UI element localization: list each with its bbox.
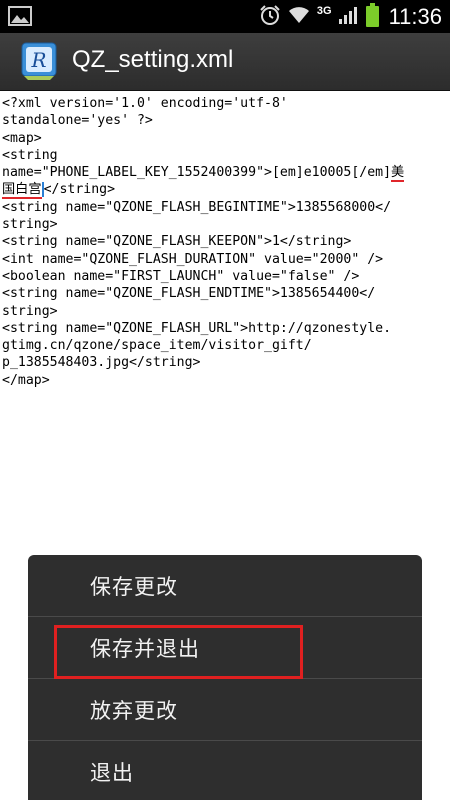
menu-item-save-changes[interactable]: 保存更改: [28, 555, 422, 616]
menu-item-label: 保存更改: [90, 574, 178, 599]
menu-item-label: 放弃更改: [90, 698, 178, 723]
menu-item-exit[interactable]: 退出: [28, 741, 422, 802]
title-bar: R QZ_setting.xml: [0, 33, 450, 91]
alarm-icon: [259, 4, 281, 30]
editor-line: <string: [2, 147, 58, 163]
app-icon[interactable]: R: [20, 41, 58, 81]
editor-text: </string>: [43, 182, 116, 198]
editor-line: string>: [2, 217, 58, 233]
editor-line-wrap: 国白宫 </string>: [2, 181, 448, 200]
editor-line: </map>: [2, 372, 50, 388]
gallery-icon: [8, 5, 32, 31]
editor-line: p_1385548403.jpg</string>: [2, 355, 201, 371]
editor-line: string>: [2, 303, 58, 319]
options-menu: 保存更改 保存并退出 放弃更改 退出: [28, 555, 422, 800]
editor-line: standalone='yes' ?>: [2, 113, 153, 129]
svg-text:R: R: [30, 48, 46, 72]
highlighted-text: 美: [391, 165, 405, 183]
editor-line: <boolean name="FIRST_LAUNCH" value="fals…: [2, 268, 360, 284]
wifi-icon: [287, 5, 311, 29]
editor-line: <string name="QZONE_FLASH_URL">http://qz…: [2, 320, 392, 336]
menu-item-discard-changes[interactable]: 放弃更改: [28, 679, 422, 740]
window-title: QZ_setting.xml: [72, 46, 234, 73]
status-time: 11:36: [388, 3, 442, 29]
editor-line: <string name="QZONE_FLASH_ENDTIME">13856…: [2, 286, 376, 302]
menu-item-label: 退出: [90, 760, 134, 785]
editor-line: <map>: [2, 130, 42, 146]
highlighted-text: 国白宫: [2, 182, 42, 200]
battery-icon: [365, 2, 379, 31]
xml-editor[interactable]: <?xml version='1.0' encoding='utf-8' stan…: [2, 95, 448, 555]
editor-line: <string name="QZONE_FLASH_BEGINTIME">138…: [2, 199, 392, 215]
status-bar: 3G 11:36: [0, 0, 450, 33]
editor-line: <?xml version='1.0' encoding='utf-8': [2, 96, 288, 111]
editor-line: <int name="QZONE_FLASH_DURATION" value="…: [2, 251, 384, 267]
editor-line-phone-label: name="PHONE_LABEL_KEY_1552400399">[em]e1…: [2, 164, 448, 183]
signal-icon: [338, 5, 360, 29]
editor-text: name="PHONE_LABEL_KEY_1552400399">[em]e1…: [2, 165, 392, 181]
network-type: 3G: [316, 4, 332, 17]
annotation-highlight-box: [54, 625, 303, 679]
editor-line: <string name="QZONE_FLASH_KEEPON">1</str…: [2, 234, 352, 250]
editor-line: gtimg.cn/qzone/space_item/visitor_gift/: [2, 338, 312, 354]
